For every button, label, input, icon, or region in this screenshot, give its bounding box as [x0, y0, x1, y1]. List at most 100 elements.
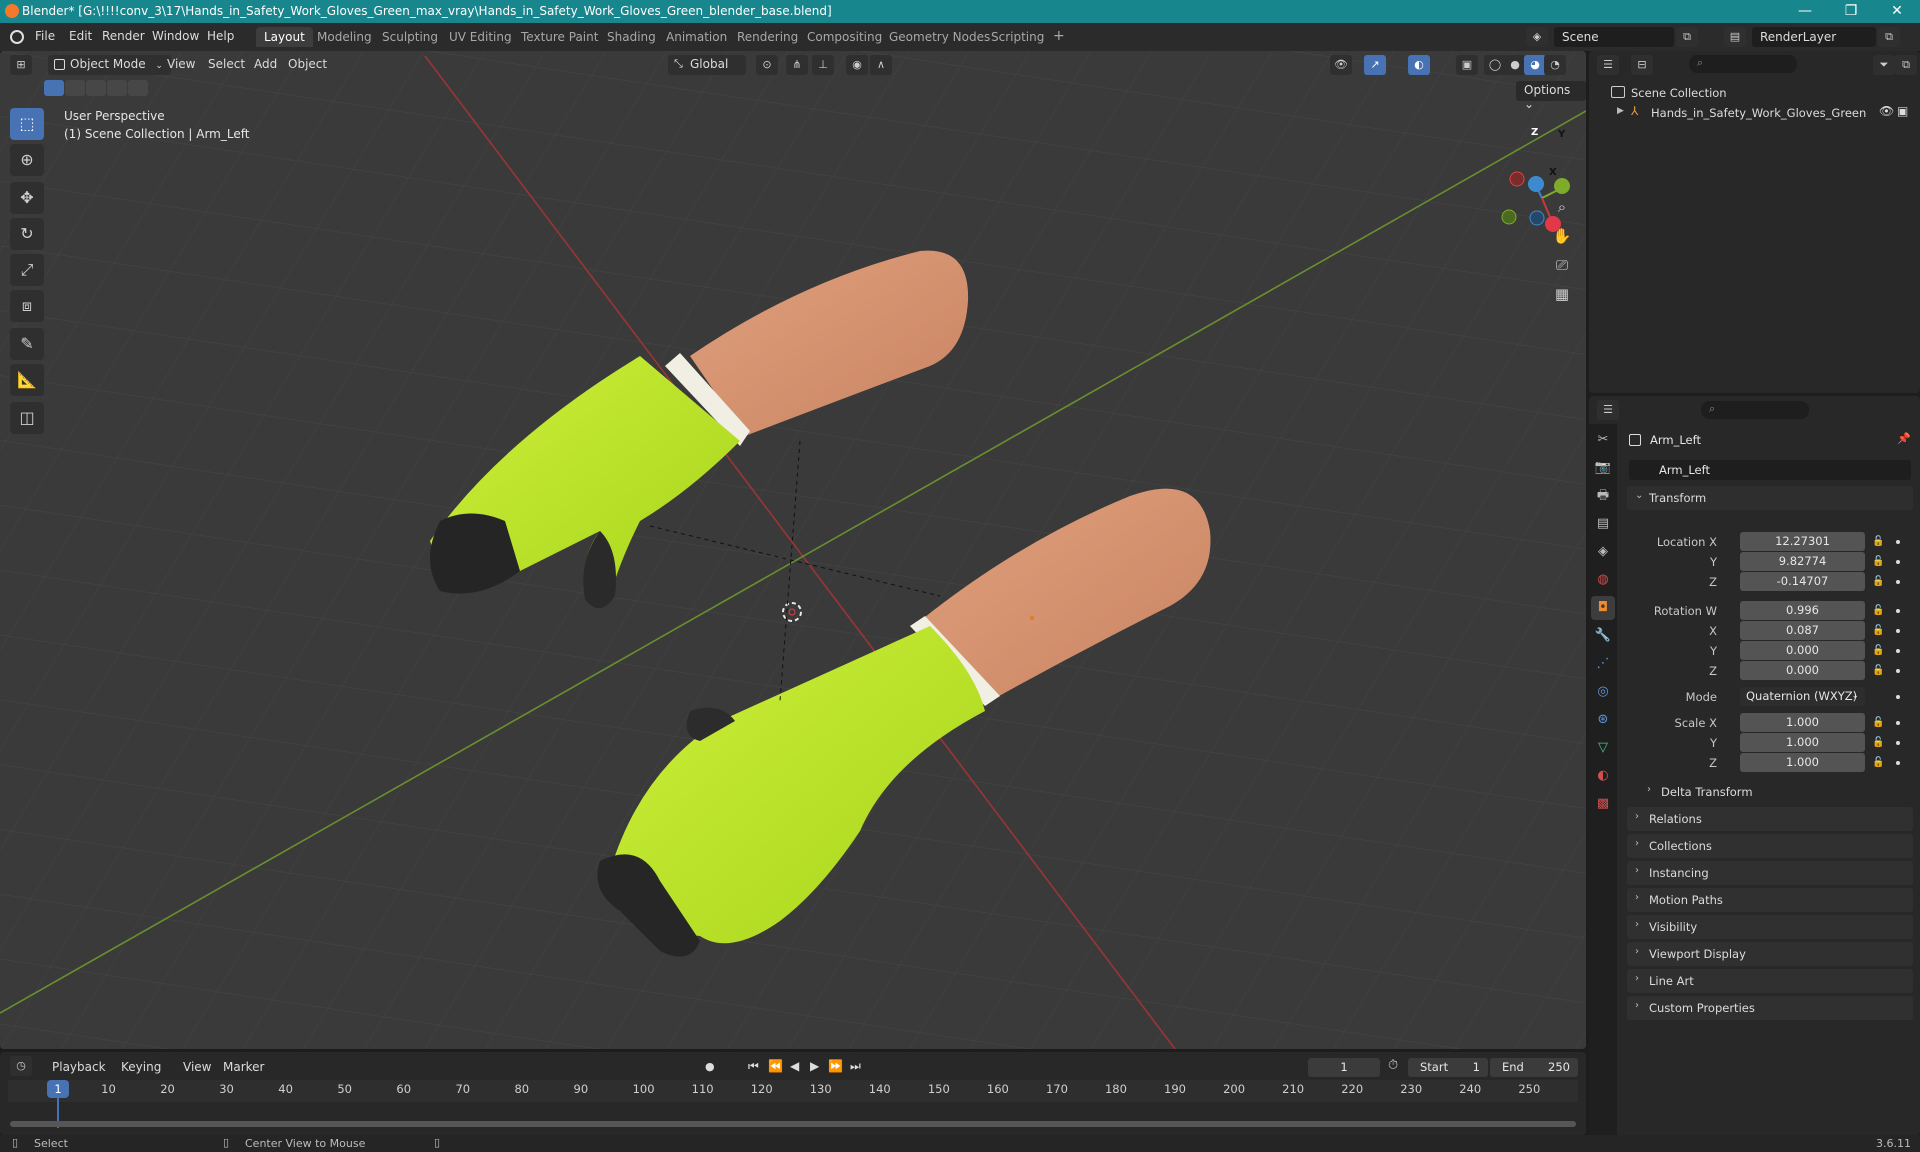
proportional-edit-icon[interactable]: ◉ — [846, 55, 868, 75]
outliner-item[interactable]: Hands_in_Safety_Work_Gloves_Green — [1651, 106, 1866, 120]
measure-tool-icon[interactable]: 📐 — [10, 364, 44, 396]
tool-tab-icon[interactable]: ✂ — [1591, 428, 1615, 452]
tab-texture-paint[interactable]: Texture Paint — [513, 27, 606, 47]
visibility-panel[interactable]: › Visibility — [1627, 915, 1913, 939]
outliner-editor-type-icon[interactable]: ☰ — [1597, 55, 1619, 75]
keyframe-dot[interactable] — [1896, 609, 1900, 613]
viewport-display-panel[interactable]: › Viewport Display — [1627, 942, 1913, 966]
constraints-tab-icon[interactable]: ⊛ — [1591, 708, 1615, 732]
add-workspace-button[interactable]: + — [1045, 25, 1073, 45]
add-cube-tool-icon[interactable]: ◫ — [10, 402, 44, 434]
gizmo-x-label[interactable]: X — [1549, 167, 1557, 178]
keyframe-dot[interactable] — [1896, 721, 1900, 725]
move-tool-icon[interactable]: ✥ — [10, 182, 44, 214]
keyframe-dot[interactable] — [1896, 649, 1900, 653]
cursor-tool-icon[interactable]: ⊕ — [10, 144, 44, 176]
keyframe-dot[interactable] — [1896, 669, 1900, 673]
keyframe-dot[interactable] — [1896, 540, 1900, 544]
keyframe-dot[interactable] — [1896, 741, 1900, 745]
camera-view-icon[interactable]: ⎚ — [1548, 251, 1576, 279]
tab-shading[interactable]: Shading — [599, 27, 664, 47]
rotation-x-field[interactable]: 0.087 — [1740, 621, 1865, 640]
outliner-search-input[interactable]: ⌕ — [1689, 55, 1797, 73]
lock-icon[interactable]: 🔓 — [1872, 737, 1884, 748]
keyframe-dot[interactable] — [1896, 560, 1900, 564]
tab-compositing[interactable]: Compositing — [799, 27, 890, 47]
select-extend-icon[interactable] — [65, 80, 85, 96]
zoom-icon[interactable]: ⌕ — [1548, 193, 1576, 221]
options-dropdown[interactable]: Options ⌄ — [1516, 81, 1586, 111]
jump-start-icon[interactable]: ⏮ — [748, 1059, 759, 1074]
start-frame-field[interactable]: Start 1 — [1408, 1058, 1488, 1077]
viewport-menu-object[interactable]: Object — [288, 57, 327, 71]
delta-transform-subpanel[interactable]: › Delta Transform — [1639, 780, 1913, 804]
lock-icon[interactable]: 🔓 — [1872, 576, 1884, 587]
render-layer-icon[interactable]: ▤ — [1724, 27, 1746, 47]
solid-shading-icon[interactable]: ● — [1504, 55, 1526, 75]
falloff-icon[interactable]: ∧ — [870, 55, 892, 75]
world-tab-icon[interactable]: ◍ — [1591, 568, 1615, 592]
snap-target-icon[interactable]: ⊥ — [812, 55, 834, 75]
lock-icon[interactable]: 🔓 — [1872, 645, 1884, 656]
rotation-w-field[interactable]: 0.996 — [1740, 601, 1865, 620]
tab-sculpting[interactable]: Sculpting — [374, 27, 446, 47]
scene-collection-label[interactable]: Scene Collection — [1631, 86, 1727, 100]
lock-icon[interactable]: 🔓 — [1872, 556, 1884, 567]
filter-icon[interactable]: ⏷ — [1873, 55, 1895, 75]
tab-rendering[interactable]: Rendering — [729, 27, 806, 47]
ortho-grid-icon[interactable]: ▦ — [1548, 280, 1576, 308]
properties-editor-type-icon[interactable]: ☰ — [1597, 400, 1619, 420]
timeline-menu-marker[interactable]: Marker — [223, 1060, 264, 1074]
new-view-layer-icon[interactable]: ⧉ — [1878, 27, 1900, 47]
new-scene-icon[interactable]: ⧉ — [1676, 27, 1698, 47]
view-layer-tab-icon[interactable]: ▤ — [1591, 512, 1615, 536]
lock-icon[interactable]: 🔓 — [1872, 665, 1884, 676]
tab-layout[interactable]: Layout — [256, 27, 313, 47]
minimize-button[interactable]: — — [1782, 0, 1828, 23]
select-invert-icon[interactable] — [107, 80, 127, 96]
menu-render[interactable]: Render — [102, 29, 145, 43]
wireframe-shading-icon[interactable]: ◯ — [1484, 55, 1506, 75]
select-new-icon[interactable] — [44, 80, 64, 96]
camera-render-icon[interactable]: ▣ — [1897, 104, 1908, 118]
snap-icon[interactable]: ⋔ — [786, 55, 808, 75]
end-frame-field[interactable]: End 250 — [1490, 1058, 1578, 1077]
tab-geometry-nodes[interactable]: Geometry Nodes — [881, 27, 998, 47]
stopwatch-icon[interactable]: ⏱ — [1388, 1058, 1398, 1073]
menu-help[interactable]: Help — [207, 29, 234, 43]
rotation-mode-dropdown[interactable]: Quaternion (WXYZ) ⌄ — [1740, 687, 1865, 706]
keyframe-dot[interactable] — [1896, 761, 1900, 765]
playhead-frame-indicator[interactable]: 1 — [47, 1080, 69, 1098]
lock-icon[interactable]: 🔓 — [1872, 625, 1884, 636]
tab-animation[interactable]: Animation — [658, 27, 735, 47]
lock-icon[interactable]: 🔓 — [1872, 717, 1884, 728]
texture-tab-icon[interactable]: ▩ — [1591, 792, 1615, 816]
tab-scripting[interactable]: Scripting — [983, 27, 1052, 47]
location-y-field[interactable]: 9.82774 — [1740, 552, 1865, 571]
transform-panel-header[interactable]: ⌄ Transform — [1627, 486, 1913, 510]
tab-uv-editing[interactable]: UV Editing — [441, 27, 520, 47]
keyframe-dot[interactable] — [1896, 580, 1900, 584]
lock-icon[interactable]: 🔓 — [1872, 757, 1884, 768]
select-box-tool-icon[interactable]: ⬚ — [10, 108, 44, 140]
timeline-menu-playback[interactable]: Playback — [52, 1060, 106, 1074]
gizmo-y-label[interactable]: Y — [1558, 129, 1565, 140]
modifier-tab-icon[interactable]: 🔧 — [1591, 624, 1615, 648]
editor-type-icon[interactable]: ⊞ — [10, 55, 32, 75]
keyframe-dot[interactable] — [1896, 695, 1900, 699]
tab-modeling[interactable]: Modeling — [309, 27, 380, 47]
menu-file[interactable]: File — [35, 29, 55, 43]
pin-icon[interactable]: 📌 — [1897, 432, 1911, 445]
timeline-scrollbar[interactable] — [10, 1121, 1576, 1127]
output-tab-icon[interactable]: 🖶 — [1591, 484, 1615, 508]
object-tab-icon[interactable]: ◘ — [1591, 596, 1615, 620]
xray-toggle-icon[interactable]: ▣ — [1456, 55, 1478, 75]
material-tab-icon[interactable]: ◐ — [1591, 764, 1615, 788]
visibility-filter-icon[interactable]: 👁 — [1330, 55, 1352, 75]
overlay-toggle-icon[interactable]: ◐ — [1408, 55, 1430, 75]
particles-tab-icon[interactable]: ⋰ — [1591, 652, 1615, 676]
timeline-editor-type-icon[interactable]: ◷ — [10, 1056, 32, 1076]
timeline-menu-view[interactable]: View — [183, 1060, 211, 1074]
scene-tab-icon[interactable]: ◈ — [1591, 540, 1615, 564]
scene-selector[interactable]: Scene — [1554, 27, 1674, 47]
